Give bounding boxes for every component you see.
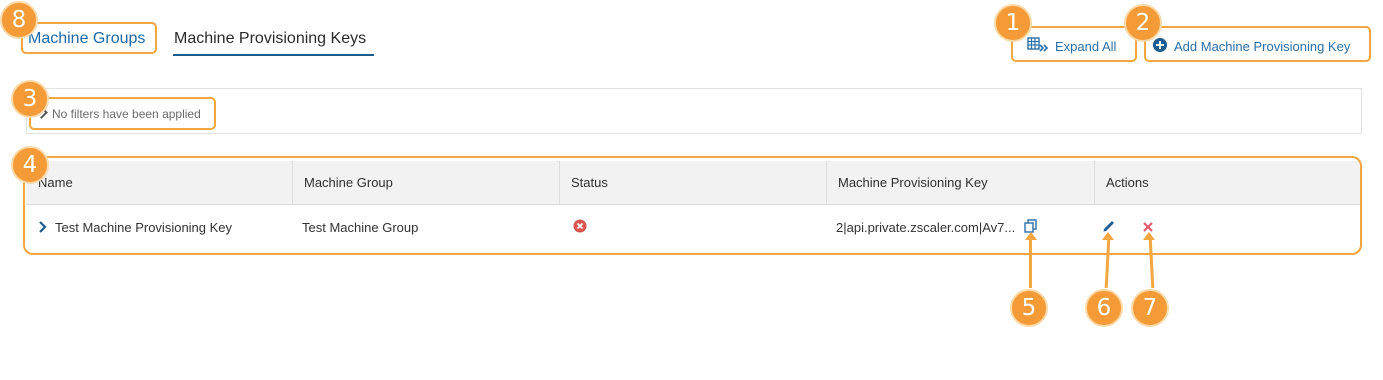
annotation-box-table (23, 156, 1362, 255)
annotation-badge: 7 (1131, 289, 1169, 327)
annotation-box-filter (29, 97, 216, 130)
annotation-badge: 8 (0, 1, 38, 39)
annotation-badge: 3 (11, 80, 49, 118)
annotation-arrow (1029, 238, 1032, 288)
annotation-arrow-head (1143, 232, 1155, 240)
annotation-box-machine-groups (21, 22, 157, 54)
annotation-arrow-head (1024, 232, 1037, 240)
tab-machine-provisioning-keys[interactable]: Machine Provisioning Keys (174, 30, 366, 48)
annotation-box-add-key (1144, 26, 1371, 62)
annotation-badge: 6 (1085, 289, 1123, 327)
filter-bar (26, 88, 1362, 134)
annotation-badge: 5 (1010, 289, 1048, 327)
active-tab-indicator (173, 54, 374, 56)
annotation-badge: 4 (11, 146, 49, 184)
annotation-badge: 1 (994, 4, 1032, 42)
annotation-arrow-head (1102, 232, 1114, 240)
annotation-badge: 2 (1124, 4, 1162, 42)
